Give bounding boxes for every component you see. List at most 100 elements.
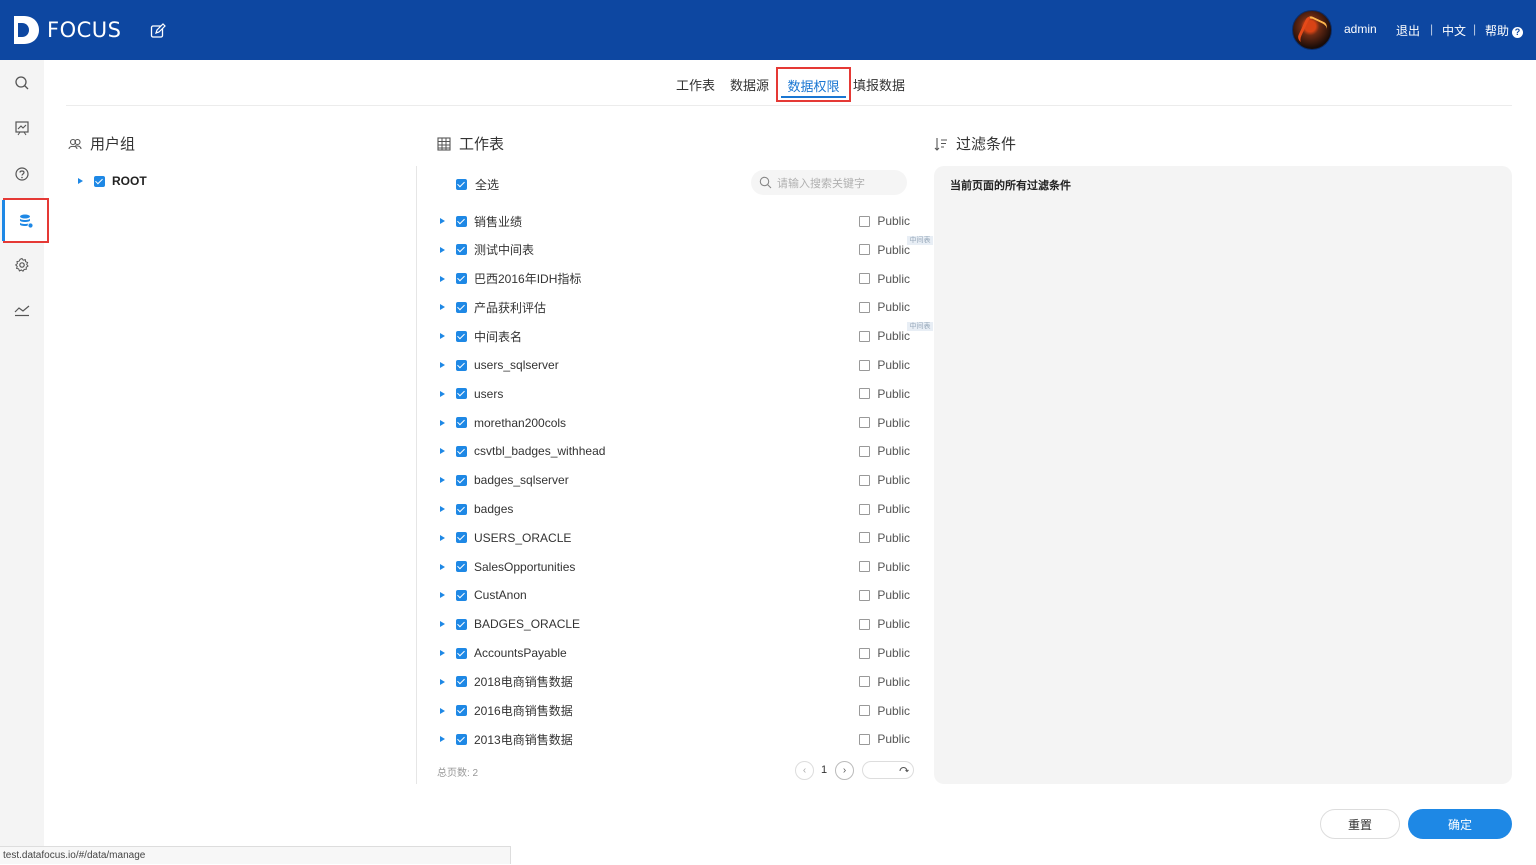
worksheet-row[interactable]: badges_sqlserver Public — [440, 471, 910, 489]
public-toggle[interactable]: Public — [859, 675, 910, 689]
public-toggle[interactable]: Public — [859, 300, 910, 314]
public-toggle[interactable]: Public — [859, 502, 910, 516]
worksheet-row[interactable]: 销售业绩 Public — [440, 212, 910, 230]
public-toggle[interactable]: Public — [859, 243, 910, 257]
root-checkbox[interactable] — [94, 175, 105, 187]
tab-data-permissions[interactable]: 数据权限 — [776, 67, 851, 102]
language-switch[interactable]: 中文 — [1442, 22, 1466, 39]
select-all-checkbox[interactable] — [456, 179, 467, 190]
expand-caret-icon[interactable] — [440, 678, 445, 685]
public-checkbox[interactable] — [859, 589, 871, 601]
public-checkbox[interactable] — [859, 503, 871, 515]
worksheet-checkbox[interactable] — [456, 589, 467, 601]
public-toggle[interactable]: Public — [859, 704, 910, 718]
public-toggle[interactable]: Public — [859, 444, 910, 458]
select-all[interactable]: 全选 — [456, 176, 499, 193]
expand-caret-icon[interactable] — [440, 275, 445, 282]
worksheet-checkbox[interactable] — [456, 618, 467, 630]
expand-caret-icon[interactable] — [440, 477, 445, 484]
page-jump-input[interactable] — [862, 761, 914, 779]
public-checkbox[interactable] — [859, 244, 871, 256]
expand-caret-icon[interactable] — [440, 563, 445, 570]
reset-button[interactable]: 重置 — [1320, 809, 1400, 839]
expand-caret-icon[interactable] — [440, 218, 445, 224]
worksheet-row[interactable]: 2018电商销售数据 Public — [440, 673, 910, 691]
help-link[interactable]: 帮助? — [1485, 22, 1524, 39]
confirm-button[interactable]: 确定 — [1408, 809, 1512, 839]
public-checkbox[interactable] — [859, 330, 871, 342]
worksheet-row[interactable]: CustAnon Public — [440, 586, 910, 604]
worksheet-row[interactable]: users_sqlserver Public — [440, 356, 910, 374]
worksheet-checkbox[interactable] — [456, 359, 467, 371]
public-toggle[interactable]: Public — [859, 416, 910, 430]
public-toggle[interactable]: Public — [859, 732, 910, 746]
current-page[interactable]: 1 — [821, 764, 827, 776]
worksheet-row[interactable]: USERS_ORACLE Public — [440, 529, 910, 547]
tab-worksheets[interactable]: 工作表 — [676, 75, 715, 94]
worksheet-row[interactable]: AccountsPayable Public — [440, 644, 910, 662]
worksheet-checkbox[interactable] — [456, 301, 467, 313]
public-checkbox[interactable] — [859, 618, 871, 630]
tree-node-root[interactable]: ROOT — [78, 174, 147, 188]
next-page-button[interactable]: › — [835, 761, 854, 780]
worksheet-checkbox[interactable] — [456, 215, 467, 227]
expand-caret-icon[interactable] — [440, 390, 445, 397]
worksheet-row[interactable]: 巴西2016年IDH指标 Public — [440, 270, 910, 288]
edit-icon[interactable] — [150, 23, 166, 39]
worksheet-row[interactable]: SalesOpportunities Public — [440, 558, 910, 576]
expand-caret-icon[interactable] — [78, 178, 83, 184]
expand-caret-icon[interactable] — [440, 362, 445, 368]
avatar[interactable] — [1292, 10, 1332, 50]
expand-caret-icon[interactable] — [440, 707, 445, 714]
worksheet-checkbox[interactable] — [456, 561, 467, 573]
public-toggle[interactable]: Public — [859, 272, 910, 286]
worksheet-checkbox[interactable] — [456, 330, 467, 342]
expand-caret-icon[interactable] — [440, 650, 445, 656]
public-toggle[interactable]: Public — [859, 646, 910, 660]
worksheet-checkbox[interactable] — [456, 388, 467, 400]
expand-caret-icon[interactable] — [440, 506, 445, 512]
public-checkbox[interactable] — [859, 676, 871, 688]
public-toggle[interactable]: Public — [859, 329, 910, 343]
worksheet-checkbox[interactable] — [456, 273, 467, 285]
logout-link[interactable]: 退出 — [1396, 22, 1420, 39]
worksheet-row[interactable]: 中间表名 Public — [440, 327, 910, 345]
expand-caret-icon[interactable] — [440, 534, 445, 541]
public-checkbox[interactable] — [859, 561, 871, 573]
public-checkbox[interactable] — [859, 705, 871, 717]
worksheet-checkbox[interactable] — [456, 244, 467, 256]
worksheet-checkbox[interactable] — [456, 705, 467, 717]
public-checkbox[interactable] — [859, 474, 871, 486]
worksheet-row[interactable]: badges Public — [440, 500, 910, 518]
worksheet-checkbox[interactable] — [456, 445, 467, 457]
public-checkbox[interactable] — [859, 647, 871, 659]
worksheet-checkbox[interactable] — [456, 474, 467, 486]
public-checkbox[interactable] — [859, 273, 871, 285]
public-toggle[interactable]: Public — [859, 560, 910, 574]
sidebar-item-data[interactable] — [2, 198, 49, 243]
worksheet-row[interactable]: csvtbl_badges_withhead Public — [440, 442, 910, 460]
worksheet-checkbox[interactable] — [456, 733, 467, 745]
public-toggle[interactable]: Public — [859, 214, 910, 228]
worksheet-row[interactable]: BADGES_ORACLE Public — [440, 615, 910, 633]
worksheet-checkbox[interactable] — [456, 532, 467, 544]
prev-page-button[interactable]: ‹ — [795, 761, 814, 780]
sidebar-item-settings[interactable] — [0, 245, 44, 285]
tab-fill-data[interactable]: 填报数据 — [853, 75, 905, 94]
worksheet-checkbox[interactable] — [456, 676, 467, 688]
worksheet-checkbox[interactable] — [456, 503, 467, 515]
sidebar-item-trend[interactable] — [0, 290, 44, 330]
public-toggle[interactable]: Public — [859, 473, 910, 487]
worksheet-row[interactable]: 测试中间表 Public — [440, 241, 910, 259]
expand-caret-icon[interactable] — [440, 419, 445, 426]
search-input[interactable]: 请输入搜索关键字 — [751, 170, 907, 195]
worksheet-row[interactable]: 2016电商销售数据 Public — [440, 702, 910, 720]
expand-caret-icon[interactable] — [440, 736, 445, 743]
public-checkbox[interactable] — [859, 388, 871, 400]
sidebar-item-board[interactable] — [0, 108, 44, 148]
expand-caret-icon[interactable] — [440, 448, 445, 455]
public-checkbox[interactable] — [859, 445, 871, 457]
public-checkbox[interactable] — [859, 359, 871, 371]
expand-caret-icon[interactable] — [440, 304, 445, 311]
public-checkbox[interactable] — [859, 733, 871, 745]
